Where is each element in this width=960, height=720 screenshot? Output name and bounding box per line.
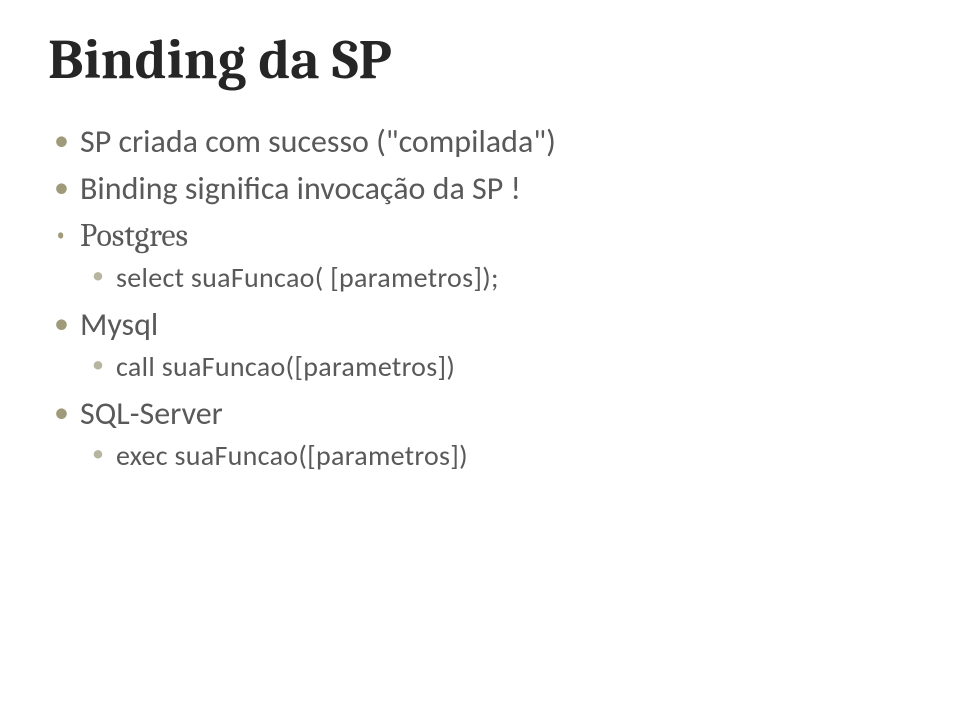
slide: Binding da SP SP criada com sucesso ("co… <box>0 0 960 720</box>
bullet-subtext: exec suaFuncao([parametros]) <box>116 438 468 473</box>
bullet-subitem: call suaFuncao([parametros]) <box>80 348 912 386</box>
bullet-text: Mysql <box>80 305 158 344</box>
bullet-sublist: exec suaFuncao([parametros]) <box>80 437 912 475</box>
slide-title: Binding da SP <box>48 30 912 92</box>
bullet-text: Postgres <box>80 217 188 254</box>
bullet-text: SQL-Server <box>80 394 223 433</box>
bullet-item-sqlserver: SQL-Server exec suaFuncao([parametros]) <box>48 392 912 475</box>
bullet-subitem: select suaFuncao( [parametros]); <box>80 259 912 297</box>
bullet-subtext: select suaFuncao( [parametros]); <box>116 260 499 295</box>
bullet-item-postgres: Postgres select suaFuncao( [parametros])… <box>48 214 912 297</box>
bullet-subtext: call suaFuncao([parametros]) <box>116 349 455 384</box>
bullet-sublist: call suaFuncao([parametros]) <box>80 348 912 386</box>
bullet-item: SP criada com sucesso ("compilada") <box>48 120 912 163</box>
bullet-subitem: exec suaFuncao([parametros]) <box>80 437 912 475</box>
bullet-text: Binding significa invocação da SP ! <box>80 169 521 208</box>
bullet-item-mysql: Mysql call suaFuncao([parametros]) <box>48 303 912 386</box>
bullet-list: SP criada com sucesso ("compilada") Bind… <box>48 120 912 475</box>
bullet-sublist: select suaFuncao( [parametros]); <box>80 259 912 297</box>
bullet-text: SP criada com sucesso ("compilada") <box>80 122 556 161</box>
bullet-item: Binding significa invocação da SP ! <box>48 167 912 210</box>
